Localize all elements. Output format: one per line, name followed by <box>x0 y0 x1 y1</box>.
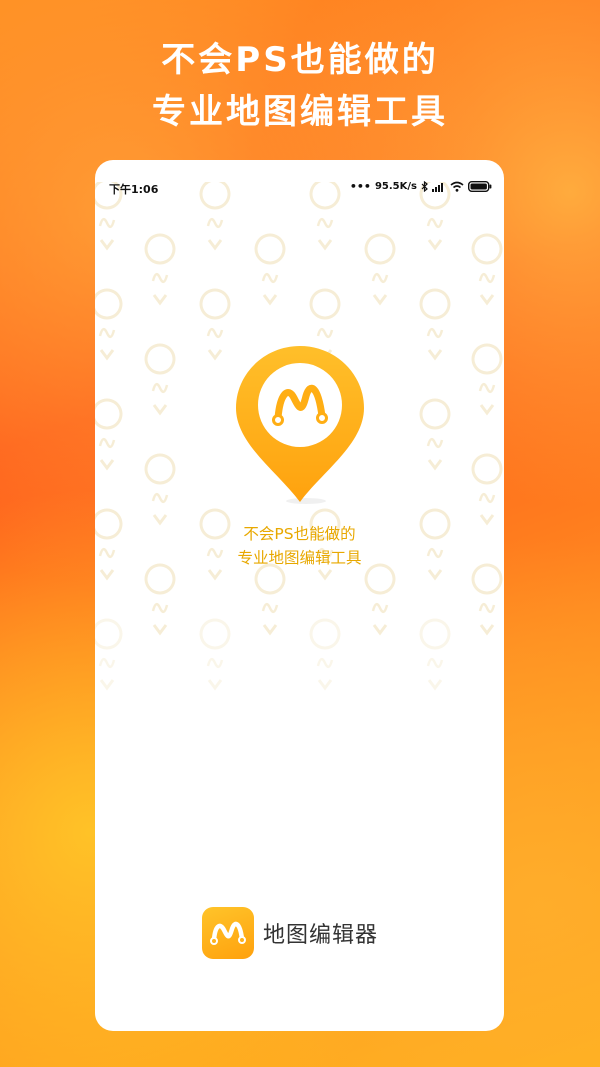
promo-line-2: 专业地图编辑工具 <box>152 92 448 132</box>
status-icons: ••• 95.5K/s <box>350 180 492 193</box>
status-bar: 下午1:06 ••• 95.5K/s <box>95 160 504 196</box>
map-pin-logo-icon <box>236 346 364 504</box>
signal-icon <box>432 182 443 192</box>
more-dots-icon: ••• <box>349 180 371 193</box>
slogan-line-2: 专业地图编辑工具 <box>237 549 362 567</box>
battery-icon <box>468 181 492 192</box>
status-time: 下午1:06 <box>109 183 159 196</box>
bluetooth-icon <box>421 181 428 192</box>
brand-footer: 地图编辑器 <box>202 907 378 959</box>
promo-line-1: 不会PS也能做的 <box>161 40 439 80</box>
app-name: 地图编辑器 <box>263 923 379 948</box>
app-logo-icon <box>202 907 254 959</box>
network-speed: 95.5K/s <box>374 181 417 192</box>
wifi-icon <box>450 181 464 192</box>
promo-headline: 不会PS也能做的 专业地图编辑工具 <box>0 34 600 138</box>
slogan-line-1: 不会PS也能做的 <box>243 525 356 543</box>
splash-slogan: 不会PS也能做的 专业地图编辑工具 <box>95 522 504 570</box>
phone-screen: 下午1:06 ••• 95.5K/s 不会PS也能做的 专业地图编辑工具 地图编… <box>95 160 504 1031</box>
